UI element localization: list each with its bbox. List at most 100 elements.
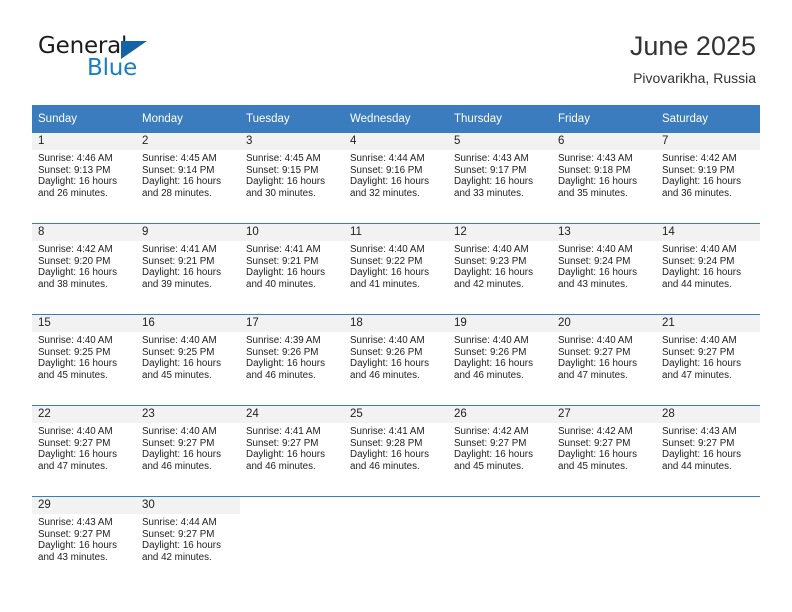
weekday-header-wednesday: Wednesday (344, 105, 448, 133)
day-number: 23 (136, 406, 240, 423)
sunrise-text: Sunrise: 4:40 AM (38, 335, 113, 346)
sunset-text: Sunset: 9:28 PM (350, 437, 423, 449)
sunset-text: Sunset: 9:22 PM (350, 255, 423, 267)
calendar-day-cell[interactable]: 6 Sunrise: 4:43 AM Sunset: 9:18 PM Daylight… (552, 133, 656, 224)
sunrise-text: Sunrise: 4:40 AM (142, 335, 217, 346)
calendar-cell-empty (656, 496, 760, 587)
sunrise-text: Sunrise: 4:46 AM (38, 153, 113, 164)
calendar-page: General Blue June 2025 Pivovarikha, Russ… (0, 0, 792, 612)
calendar-day-cell[interactable]: 19 Sunrise: 4:40 AM Sunset: 9:26 PM Dayligh… (448, 314, 552, 406)
calendar-day-cell[interactable]: 14 Sunrise: 4:40 AM Sunset: 9:24 PM Dayligh… (656, 223, 760, 315)
calendar-day-cell[interactable]: 20 Sunrise: 4:40 AM Sunset: 9:27 PM Dayligh… (552, 314, 656, 406)
calendar-day-cell[interactable]: 4 Sunrise: 4:44 AM Sunset: 9:16 PM Daylight… (344, 133, 448, 224)
day-number: 8 (32, 224, 136, 241)
daylight-text-line1: Daylight: 16 hours (454, 267, 533, 279)
sunset-text: Sunset: 9:18 PM (558, 164, 631, 176)
calendar-day-cell[interactable]: 29 Sunrise: 4:43 AM Sunset: 9:27 PM Dayligh… (32, 496, 136, 587)
sunset-text: Sunset: 9:27 PM (246, 437, 319, 449)
cell-inner: 12 Sunrise: 4:40 AM Sunset: 9:23 PM Dayligh… (448, 224, 552, 314)
daylight-text-line1: Daylight: 16 hours (454, 449, 533, 461)
day-details: Sunrise: 4:40 AM Sunset: 9:27 PM Daylight:… (32, 423, 136, 472)
calendar-day-cell[interactable]: 24 Sunrise: 4:41 AM Sunset: 9:27 PM Dayligh… (240, 405, 344, 497)
daylight-text-line2: and 32 minutes. (350, 187, 420, 199)
day-number: 20 (552, 315, 656, 332)
day-details: Sunrise: 4:40 AM Sunset: 9:23 PM Daylight:… (448, 241, 552, 290)
daylight-text-line1: Daylight: 16 hours (142, 449, 221, 461)
day-number: 27 (552, 406, 656, 423)
day-details: Sunrise: 4:46 AM Sunset: 9:13 PM Daylight:… (32, 150, 136, 199)
day-number: 13 (552, 224, 656, 241)
cell-inner: 21 Sunrise: 4:40 AM Sunset: 9:27 PM Dayligh… (656, 315, 760, 405)
sunrise-text: Sunrise: 4:40 AM (350, 335, 425, 346)
weekday-header-friday: Friday (552, 105, 656, 133)
sunset-text: Sunset: 9:27 PM (38, 437, 111, 449)
calendar-day-cell[interactable]: 15 Sunrise: 4:40 AM Sunset: 9:25 PM Dayligh… (32, 314, 136, 406)
day-details: Sunrise: 4:45 AM Sunset: 9:14 PM Daylight:… (136, 150, 240, 199)
day-number: 5 (448, 133, 552, 150)
sunset-text: Sunset: 9:27 PM (38, 528, 111, 540)
calendar-day-cell[interactable]: 13 Sunrise: 4:40 AM Sunset: 9:24 PM Dayligh… (552, 223, 656, 315)
daylight-text-line1: Daylight: 16 hours (142, 540, 221, 552)
cell-inner: 14 Sunrise: 4:40 AM Sunset: 9:24 PM Dayligh… (656, 224, 760, 314)
day-number: 15 (32, 315, 136, 332)
cell-inner: 6 Sunrise: 4:43 AM Sunset: 9:18 PM Daylight… (552, 133, 656, 223)
calendar-day-cell[interactable]: 8 Sunrise: 4:42 AM Sunset: 9:20 PM Daylight… (32, 223, 136, 315)
calendar-cell-empty (344, 496, 448, 587)
calendar-table: Sunday Monday Tuesday Wednesday Thursday Frid… (32, 105, 760, 587)
calendar-day-cell[interactable]: 28 Sunrise: 4:43 AM Sunset: 9:27 PM Dayligh… (656, 405, 760, 497)
calendar-day-cell[interactable]: 7 Sunrise: 4:42 AM Sunset: 9:19 PM Daylight… (656, 133, 760, 224)
calendar-day-cell[interactable]: 18 Sunrise: 4:40 AM Sunset: 9:26 PM Dayligh… (344, 314, 448, 406)
calendar-day-cell[interactable]: 5 Sunrise: 4:43 AM Sunset: 9:17 PM Daylight… (448, 133, 552, 224)
day-number: 19 (448, 315, 552, 332)
daylight-text-line2: and 45 minutes. (454, 460, 524, 472)
calendar-day-cell[interactable]: 21 Sunrise: 4:40 AM Sunset: 9:27 PM Dayligh… (656, 314, 760, 406)
day-details: Sunrise: 4:44 AM Sunset: 9:16 PM Daylight:… (344, 150, 448, 199)
sunrise-text: Sunrise: 4:41 AM (246, 426, 321, 437)
sunset-text: Sunset: 9:26 PM (246, 346, 319, 358)
calendar-day-cell[interactable]: 9 Sunrise: 4:41 AM Sunset: 9:21 PM Daylight… (136, 223, 240, 315)
calendar-day-cell[interactable]: 23 Sunrise: 4:40 AM Sunset: 9:27 PM Dayligh… (136, 405, 240, 497)
calendar-day-cell[interactable]: 1 Sunrise: 4:46 AM Sunset: 9:13 PM Daylight… (32, 133, 136, 224)
calendar-day-cell[interactable]: 27 Sunrise: 4:42 AM Sunset: 9:27 PM Dayligh… (552, 405, 656, 497)
calendar-day-cell[interactable]: 17 Sunrise: 4:39 AM Sunset: 9:26 PM Dayligh… (240, 314, 344, 406)
daylight-text-line1: Daylight: 16 hours (246, 267, 325, 279)
cell-inner: 23 Sunrise: 4:40 AM Sunset: 9:27 PM Dayligh… (136, 406, 240, 496)
weekday-header-thursday: Thursday (448, 105, 552, 133)
calendar-day-cell[interactable]: 30 Sunrise: 4:44 AM Sunset: 9:27 PM Dayligh… (136, 496, 240, 587)
calendar-day-cell[interactable]: 25 Sunrise: 4:41 AM Sunset: 9:28 PM Dayligh… (344, 405, 448, 497)
calendar-day-cell[interactable]: 10 Sunrise: 4:41 AM Sunset: 9:21 PM Dayligh… (240, 223, 344, 315)
cell-inner (656, 497, 760, 587)
calendar-day-cell[interactable]: 26 Sunrise: 4:42 AM Sunset: 9:27 PM Dayligh… (448, 405, 552, 497)
calendar-day-cell[interactable]: 16 Sunrise: 4:40 AM Sunset: 9:25 PM Dayligh… (136, 314, 240, 406)
sunset-text: Sunset: 9:24 PM (662, 255, 735, 267)
weekday-header-sunday: Sunday (32, 105, 136, 133)
day-details: Sunrise: 4:45 AM Sunset: 9:15 PM Daylight:… (240, 150, 344, 199)
daylight-text-line2: and 46 minutes. (142, 460, 212, 472)
daylight-text-line1: Daylight: 16 hours (142, 267, 221, 279)
day-number: 10 (240, 224, 344, 241)
day-details: Sunrise: 4:42 AM Sunset: 9:27 PM Daylight:… (552, 423, 656, 472)
logo[interactable]: General Blue (38, 33, 218, 85)
day-number: 24 (240, 406, 344, 423)
calendar-week-row: 15 Sunrise: 4:40 AM Sunset: 9:25 PM Dayligh… (32, 314, 760, 406)
sunrise-text: Sunrise: 4:42 AM (662, 153, 737, 164)
daylight-text-line2: and 47 minutes. (558, 369, 628, 381)
daylight-text-line1: Daylight: 16 hours (350, 449, 429, 461)
daylight-text-line1: Daylight: 16 hours (662, 267, 741, 279)
daylight-text-line1: Daylight: 16 hours (350, 358, 429, 370)
calendar-cell-empty (240, 496, 344, 587)
sunrise-text: Sunrise: 4:41 AM (350, 426, 425, 437)
daylight-text-line1: Daylight: 16 hours (142, 358, 221, 370)
day-number: 7 (656, 133, 760, 150)
calendar-day-cell[interactable]: 22 Sunrise: 4:40 AM Sunset: 9:27 PM Dayligh… (32, 405, 136, 497)
daylight-text-line1: Daylight: 16 hours (246, 176, 325, 188)
calendar-day-cell[interactable]: 3 Sunrise: 4:45 AM Sunset: 9:15 PM Daylight… (240, 133, 344, 224)
calendar-day-cell[interactable]: 2 Sunrise: 4:45 AM Sunset: 9:14 PM Daylight… (136, 133, 240, 224)
daylight-text-line2: and 44 minutes. (662, 278, 732, 290)
sunrise-text: Sunrise: 4:41 AM (246, 244, 321, 255)
sunset-text: Sunset: 9:21 PM (246, 255, 319, 267)
calendar-day-cell[interactable]: 11 Sunrise: 4:40 AM Sunset: 9:22 PM Dayligh… (344, 223, 448, 315)
calendar-day-cell[interactable]: 12 Sunrise: 4:40 AM Sunset: 9:23 PM Dayligh… (448, 223, 552, 315)
cell-inner: 18 Sunrise: 4:40 AM Sunset: 9:26 PM Dayligh… (344, 315, 448, 405)
day-number: 26 (448, 406, 552, 423)
